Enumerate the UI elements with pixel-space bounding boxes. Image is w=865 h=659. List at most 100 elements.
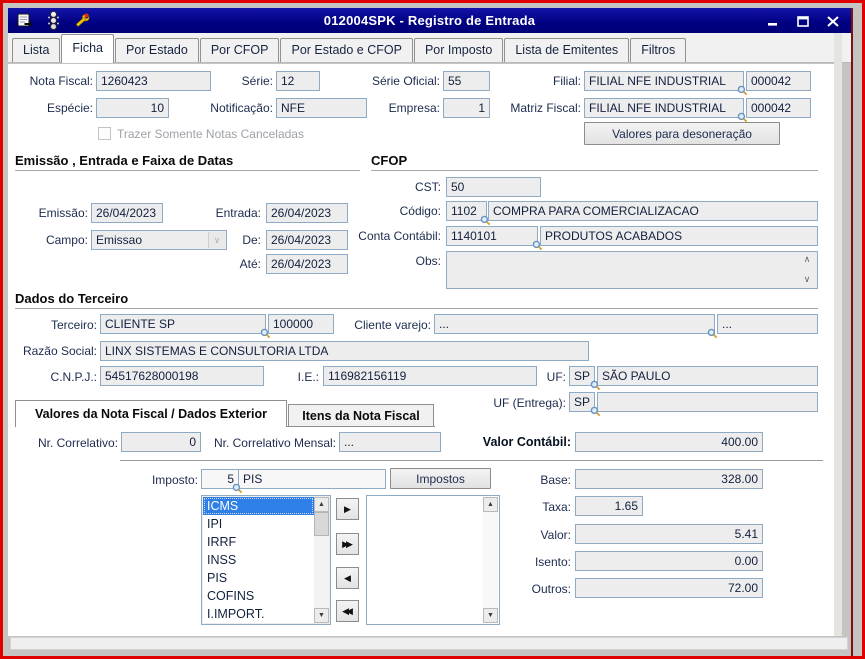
impostos-selected-listbox[interactable]: ▲ ▼	[366, 495, 500, 625]
codigo-desc-field[interactable]: COMPRA PARA COMERCIALIZACAO	[488, 201, 818, 221]
razao-social-field[interactable]: LINX SISTEMAS E CONSULTORIA LTDA	[100, 341, 589, 361]
isento-field[interactable]: 0.00	[575, 551, 763, 571]
tab-por-imposto[interactable]: Por Imposto	[413, 38, 504, 62]
terceiro-name-field[interactable]: CLIENTE SP	[100, 314, 266, 334]
list-item[interactable]: INSS	[203, 551, 314, 569]
ate-field[interactable]: 26/04/2023	[266, 254, 348, 274]
outros-label: Outros:	[531, 582, 571, 596]
codigo-lookup-icon[interactable]	[480, 213, 491, 226]
matriz-name-field[interactable]: FILIAL NFE INDUSTRIAL	[584, 98, 744, 118]
nota-fiscal-label: Nota Fiscal:	[29, 74, 93, 88]
tab-por-estado-e-cfop[interactable]: Por Estado e CFOP	[280, 38, 413, 62]
scroll-down-icon[interactable]: ▼	[314, 608, 329, 623]
notificacao-field[interactable]: NFE	[276, 98, 367, 118]
uf-desc-field[interactable]: SÃO PAULO	[597, 366, 818, 386]
matriz-code-field[interactable]: 000042	[746, 98, 811, 118]
cliente-varejo-field[interactable]: ...	[434, 314, 715, 334]
scroll-up-icon[interactable]: ▲	[483, 497, 498, 512]
uf-label: UF:	[546, 370, 566, 384]
tab-por-cfop[interactable]: Por CFOP	[199, 38, 280, 62]
imposto-label: Imposto:	[151, 473, 198, 487]
list-item[interactable]: ICMS	[203, 497, 314, 515]
entrada-field[interactable]: 26/04/2023	[266, 203, 348, 223]
cliente-varejo-label: Cliente varejo:	[354, 318, 431, 332]
selected-scrollbar[interactable]: ▲ ▼	[483, 497, 498, 623]
cst-field[interactable]: 50	[446, 177, 541, 197]
campo-dropdown[interactable]: Emissao ∨	[91, 230, 227, 250]
cnpj-field[interactable]: 54517628000198	[100, 366, 264, 386]
tab-por-estado[interactable]: Por Estado	[114, 38, 199, 62]
uf-lookup-icon[interactable]	[590, 378, 601, 391]
outros-field[interactable]: 72.00	[575, 578, 763, 598]
empresa-field[interactable]: 1	[443, 98, 490, 118]
conta-contabil-desc-field[interactable]: PRODUTOS ACABADOS	[540, 226, 818, 246]
emissao-field[interactable]: 26/04/2023	[91, 203, 163, 223]
ie-field[interactable]: 116982156119	[323, 366, 537, 386]
valor-contabil-label: Valor Contábil:	[482, 435, 571, 449]
scroll-up-icon[interactable]: ▲	[314, 497, 329, 512]
obs-scroll-up-icon[interactable]: ∧	[800, 254, 814, 265]
scroll-down-icon[interactable]: ▼	[483, 608, 498, 623]
serie-oficial-field[interactable]: 55	[443, 71, 490, 91]
razao-social-label: Razão Social:	[22, 344, 97, 358]
uf-entrega-lookup-icon[interactable]	[590, 404, 601, 417]
uf-entrega-desc-field[interactable]	[597, 392, 818, 412]
taxa-field[interactable]: 1.65	[575, 496, 643, 516]
maximize-button[interactable]	[792, 14, 813, 29]
especie-field[interactable]: 10	[96, 98, 169, 118]
filial-lookup-icon[interactable]	[737, 83, 748, 96]
move-left-button[interactable]: ◀	[336, 567, 359, 589]
list-item[interactable]: IRRF	[203, 533, 314, 551]
canceladas-checkbox[interactable]	[98, 127, 111, 140]
filial-code-field[interactable]: 000042	[746, 71, 811, 91]
valores-desoneracao-button[interactable]: Valores para desoneração	[584, 122, 780, 145]
obs-textarea[interactable]	[446, 251, 818, 289]
impostos-available-listbox[interactable]: ICMS IPI IRRF INSS PIS COFINS I.IMPORT. …	[201, 495, 331, 625]
cfop-section-title: CFOP	[371, 153, 408, 168]
list-item[interactable]: COFINS	[203, 587, 314, 605]
cliente-varejo-lookup-icon[interactable]	[707, 326, 718, 339]
minimize-button[interactable]	[762, 14, 783, 29]
filial-name-field[interactable]: FILIAL NFE INDUSTRIAL	[584, 71, 744, 91]
matriz-fiscal-label: Matriz Fiscal:	[510, 101, 581, 115]
close-button[interactable]	[822, 14, 843, 29]
arrow-left-double-icon: ◀◀	[342, 605, 353, 616]
move-all-left-button[interactable]: ◀◀	[336, 600, 359, 622]
tab-lista-de-emitentes[interactable]: Lista de Emitentes	[504, 38, 630, 62]
nota-fiscal-field[interactable]: 1260423	[96, 71, 211, 91]
serie-field[interactable]: 12	[276, 71, 320, 91]
arrow-right-icon: ▶	[344, 503, 351, 514]
campo-chevron-down-icon[interactable]: ∨	[208, 232, 225, 248]
cliente-varejo-code-field[interactable]: ...	[717, 314, 818, 334]
cnpj-label: C.N.P.J.:	[50, 370, 97, 384]
terceiro-code-field[interactable]: 100000	[268, 314, 334, 334]
base-field[interactable]: 328.00	[575, 469, 763, 489]
impostos-button[interactable]: Impostos	[390, 468, 491, 489]
move-all-right-button[interactable]: ▶▶	[336, 533, 359, 555]
nr-correlativo-mensal-field[interactable]: ...	[339, 432, 441, 452]
tab-lista[interactable]: Lista	[12, 38, 61, 62]
move-right-button[interactable]: ▶	[336, 498, 359, 520]
list-item[interactable]: I.IMPORT.	[203, 605, 314, 623]
matriz-lookup-icon[interactable]	[737, 110, 748, 123]
obs-scroll-down-icon[interactable]: ∨	[800, 274, 814, 285]
impostos-scrollbar[interactable]: ▲ ▼	[314, 497, 329, 623]
de-field[interactable]: 26/04/2023	[266, 230, 348, 250]
valor-field[interactable]: 5.41	[575, 524, 763, 544]
conta-contabil-field[interactable]: 1140101	[446, 226, 538, 246]
imposto-desc-field[interactable]: PIS	[238, 469, 386, 489]
terceiro-lookup-icon[interactable]	[260, 326, 271, 339]
nr-correlativo-field[interactable]: 0	[121, 432, 201, 452]
imposto-lookup-icon[interactable]	[232, 481, 243, 494]
tab-ficha[interactable]: Ficha	[61, 34, 114, 63]
tab-filtros[interactable]: Filtros	[630, 38, 687, 62]
valor-contabil-field[interactable]: 400.00	[575, 432, 763, 452]
conta-lookup-icon[interactable]	[532, 238, 543, 251]
tab-valores-nota-fiscal[interactable]: Valores da Nota Fiscal / Dados Exterior	[15, 400, 287, 427]
scrollbar-thumb[interactable]	[314, 512, 329, 536]
main-tabstrip: Lista Ficha Por Estado Por CFOP Por Esta…	[8, 33, 851, 63]
list-item[interactable]: PIS	[203, 569, 314, 587]
tab-itens-nota-fiscal[interactable]: Itens da Nota Fiscal	[288, 404, 434, 427]
list-item[interactable]: IPI	[203, 515, 314, 533]
window-title: 012004SPK - Registro de Entrada	[323, 13, 536, 28]
